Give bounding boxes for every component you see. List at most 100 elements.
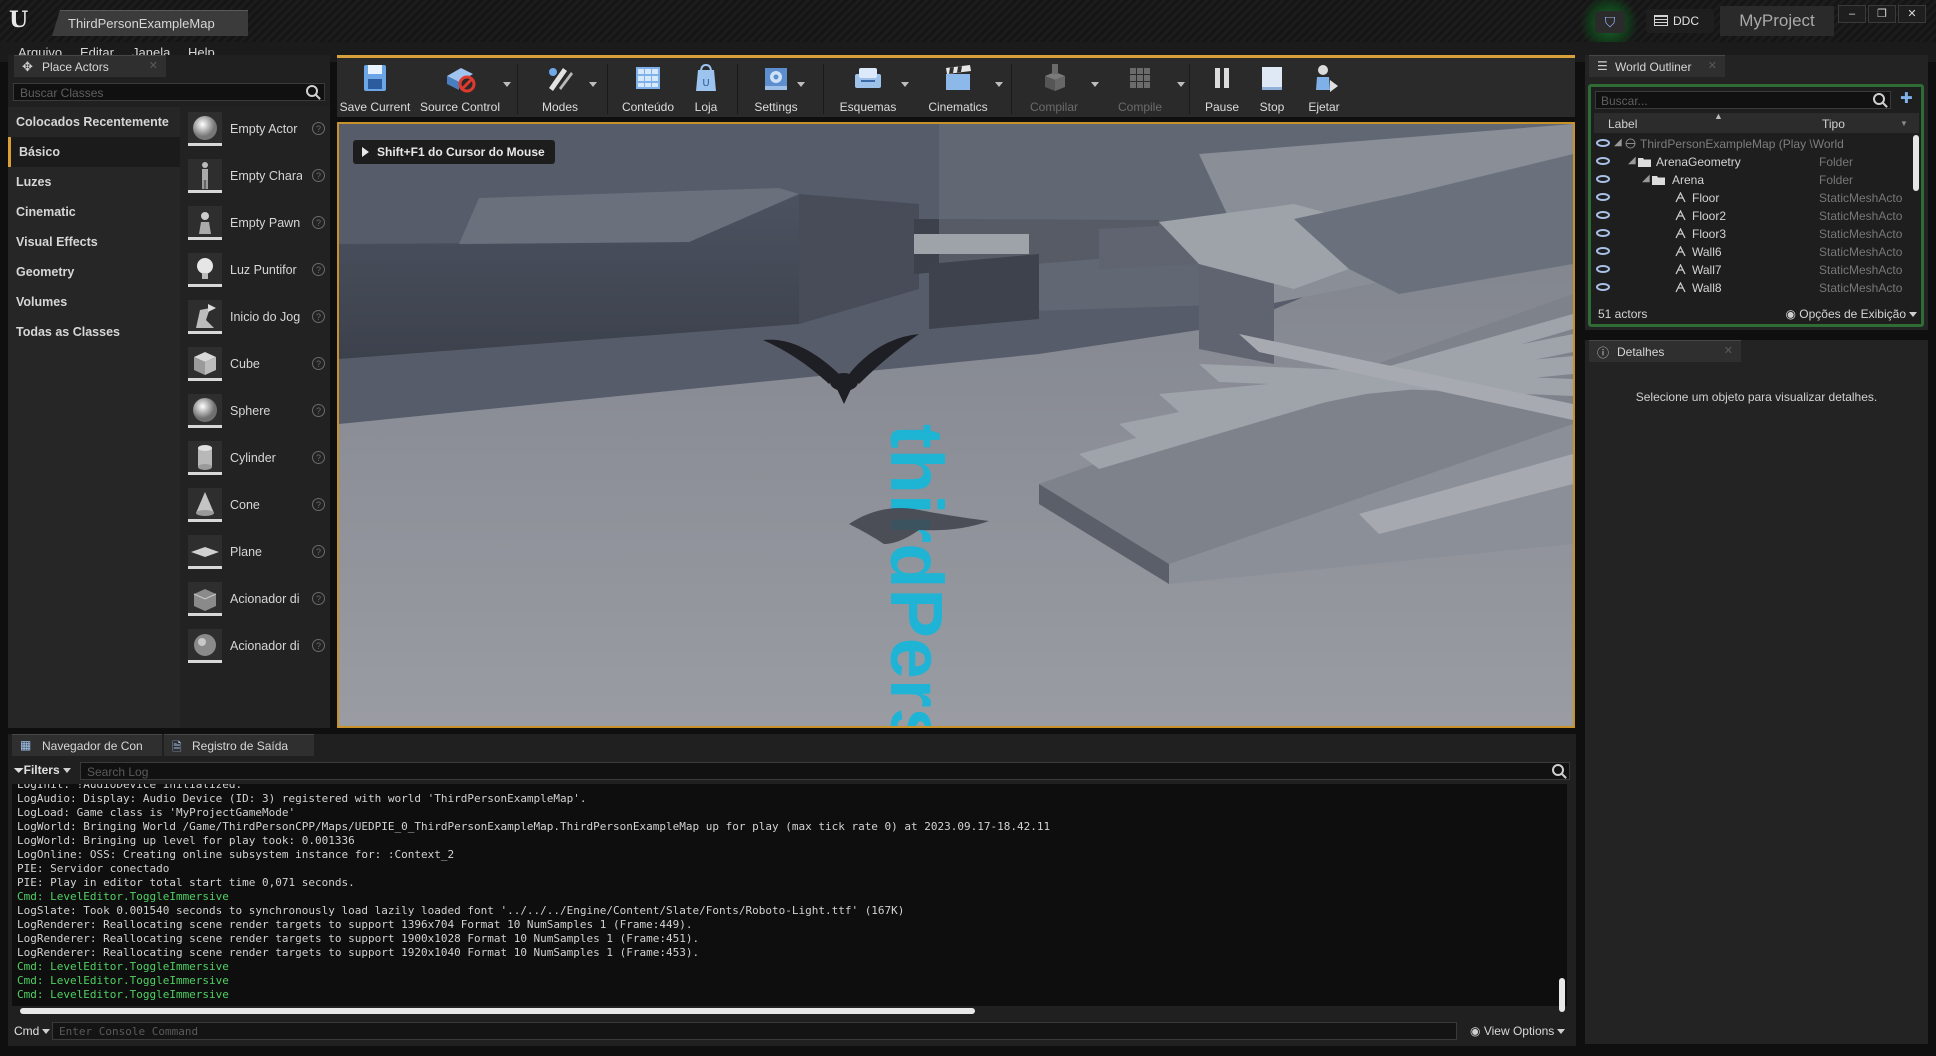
category-cinematic[interactable]: Cinematic <box>8 197 180 227</box>
actor-item-trigger-sphere[interactable]: Acionador di ? <box>188 628 328 666</box>
log-horizontal-scrollbar[interactable] <box>20 1008 975 1014</box>
visibility-eye-icon[interactable] <box>1596 175 1610 183</box>
help-icon[interactable]: ? <box>312 404 325 417</box>
log-filters-button[interactable]: ⏷Filters <box>14 763 71 778</box>
outliner-row-actor[interactable]: Floor StaticMeshActo <box>1594 189 1912 207</box>
outliner-view-options[interactable]: ◉ Opções de Exibição <box>1785 307 1917 321</box>
tab-output-log[interactable]: 🗎 Registro de Saída <box>164 734 314 756</box>
help-icon[interactable]: ? <box>312 592 325 605</box>
actor-item-empty-character[interactable]: Empty Chara ? <box>188 158 328 196</box>
outliner-row-folder[interactable]: ◢ Arena Folder <box>1594 171 1912 189</box>
help-icon[interactable]: ? <box>312 498 325 511</box>
visibility-eye-icon[interactable] <box>1596 229 1610 237</box>
category-visual-effects[interactable]: Visual Effects <box>8 227 180 257</box>
category-recent[interactable]: Colocados Recentemente <box>8 107 180 137</box>
help-icon[interactable]: ? <box>312 169 325 182</box>
outliner-row-actor[interactable]: Floor2 StaticMeshActo <box>1594 207 1912 225</box>
chevron-down-icon[interactable] <box>589 82 597 87</box>
outliner-row-folder[interactable]: ◢ ArenaGeometry Folder <box>1594 153 1912 171</box>
outliner-row-actor[interactable]: Wall6 StaticMeshActo <box>1594 243 1912 261</box>
log-view-options[interactable]: ◉ View Options <box>1470 1024 1566 1038</box>
actor-item-trigger-box[interactable]: Acionador di ? <box>188 581 328 619</box>
visibility-eye-icon[interactable] <box>1596 265 1610 273</box>
source-control-button[interactable]: Source Control <box>417 58 511 118</box>
actor-item-cylinder[interactable]: Cylinder ? <box>188 440 328 478</box>
close-tab-icon[interactable]: ✕ <box>1724 344 1733 357</box>
column-type[interactable]: Tipo <box>1822 117 1845 131</box>
chevron-down-icon[interactable] <box>1177 82 1185 87</box>
eject-button[interactable]: Ejetar <box>1297 58 1351 118</box>
ddc-button[interactable]: DDC <box>1646 9 1714 33</box>
visibility-eye-icon[interactable] <box>1596 247 1610 255</box>
visibility-eye-icon[interactable] <box>1596 157 1610 165</box>
actor-item-empty-actor[interactable]: Empty Actor ? <box>188 111 328 149</box>
console-mode-selector[interactable]: Cmd <box>14 1024 51 1038</box>
level-viewport[interactable]: thirdPerson Shift+F1 do Cursor do Mouse <box>337 122 1575 728</box>
column-label[interactable]: Label <box>1608 117 1637 131</box>
actor-item-point-light[interactable]: Luz Puntifor ? <box>188 252 328 290</box>
actor-item-player-start[interactable]: Inicio do Jog ? <box>188 299 328 337</box>
expand-arrow-icon[interactable]: ◢ <box>1642 173 1650 184</box>
help-icon[interactable]: ? <box>312 122 325 135</box>
actor-item-empty-pawn[interactable]: Empty Pawn ? <box>188 205 328 243</box>
save-current-button[interactable]: Save Current <box>339 58 411 118</box>
chevron-down-icon[interactable] <box>1091 82 1099 87</box>
console-command-input[interactable]: Enter Console Command <box>52 1022 1457 1040</box>
category-basic[interactable]: Básico <box>8 137 180 167</box>
log-search-input[interactable]: Search Log <box>80 762 1570 780</box>
outliner-row-actor[interactable]: Wall8 StaticMeshActo <box>1594 279 1912 297</box>
help-icon[interactable]: ? <box>312 357 325 370</box>
outliner-search-input[interactable]: Buscar... <box>1595 91 1891 109</box>
close-tab-icon[interactable]: ✕ <box>1708 59 1717 72</box>
visibility-eye-icon[interactable] <box>1596 283 1610 291</box>
actor-item-plane[interactable]: Plane ? <box>188 534 328 572</box>
add-actor-icon[interactable]: ✚ <box>1900 89 1913 107</box>
outliner-scrollbar[interactable] <box>1913 135 1919 191</box>
chevron-down-icon[interactable] <box>503 82 511 87</box>
help-icon[interactable]: ? <box>312 310 325 323</box>
log-text-area[interactable]: LogInit: !AudioDevice initialized. LogAu… <box>12 784 1567 1006</box>
class-search-input[interactable]: Buscar Classes <box>13 83 325 101</box>
actor-item-cube[interactable]: Cube ? <box>188 346 328 384</box>
tab-place-actors[interactable]: ✥ Place Actors ✕ <box>14 55 166 77</box>
help-icon[interactable]: ? <box>312 545 325 558</box>
settings-button[interactable]: Settings <box>743 58 809 118</box>
help-icon[interactable]: ? <box>312 216 325 229</box>
cinematics-button[interactable]: Cinematics <box>921 58 1003 118</box>
tab-world-outliner[interactable]: ☰ World Outliner ✕ <box>1589 55 1725 77</box>
category-lights[interactable]: Luzes <box>8 167 180 197</box>
compile-button[interactable]: Compile <box>1105 58 1185 118</box>
minimize-button[interactable]: – <box>1838 5 1866 23</box>
visibility-eye-icon[interactable] <box>1596 193 1610 201</box>
category-geometry[interactable]: Geometry <box>8 257 180 287</box>
chevron-down-icon[interactable] <box>995 82 1003 87</box>
visibility-eye-icon[interactable] <box>1596 139 1610 147</box>
pause-button[interactable]: Pause <box>1197 58 1247 118</box>
help-icon[interactable]: ? <box>312 451 325 464</box>
help-icon[interactable]: ? <box>312 263 325 276</box>
stop-button[interactable]: Stop <box>1249 58 1295 118</box>
chevron-down-icon[interactable]: ▼ <box>1900 119 1908 128</box>
expand-arrow-icon[interactable]: ◢ <box>1628 155 1636 166</box>
log-vertical-scrollbar[interactable] <box>1559 978 1565 1012</box>
restore-button[interactable]: ❐ <box>1868 5 1896 23</box>
tab-details[interactable]: ⓘ Detalhes ✕ <box>1589 340 1741 362</box>
chevron-down-icon[interactable] <box>901 82 909 87</box>
category-all-classes[interactable]: Todas as Classes <box>8 317 180 347</box>
outliner-row-actor[interactable]: Floor3 StaticMeshActo <box>1594 225 1912 243</box>
help-icon[interactable]: ? <box>312 639 325 652</box>
outliner-row-world[interactable]: ◢ ThirdPersonExampleMap (Play \World <box>1594 135 1912 153</box>
chevron-down-icon[interactable] <box>797 82 805 87</box>
expand-arrow-icon[interactable]: ◢ <box>1614 137 1622 148</box>
actor-item-sphere[interactable]: Sphere ? <box>188 393 328 431</box>
blueprints-button[interactable]: Esquemas <box>831 58 909 118</box>
modes-button[interactable]: Modes <box>525 58 597 118</box>
build-button[interactable]: Compilar <box>1019 58 1099 118</box>
category-volumes[interactable]: Volumes <box>8 287 180 317</box>
actor-item-cone[interactable]: Cone ? <box>188 487 328 525</box>
close-window-button[interactable]: ✕ <box>1898 5 1926 23</box>
level-tab[interactable]: ThirdPersonExampleMap <box>52 10 248 36</box>
close-tab-icon[interactable]: ✕ <box>149 59 158 72</box>
notification-icon[interactable]: ⛉ <box>1595 11 1625 33</box>
visibility-eye-icon[interactable] <box>1596 211 1610 219</box>
